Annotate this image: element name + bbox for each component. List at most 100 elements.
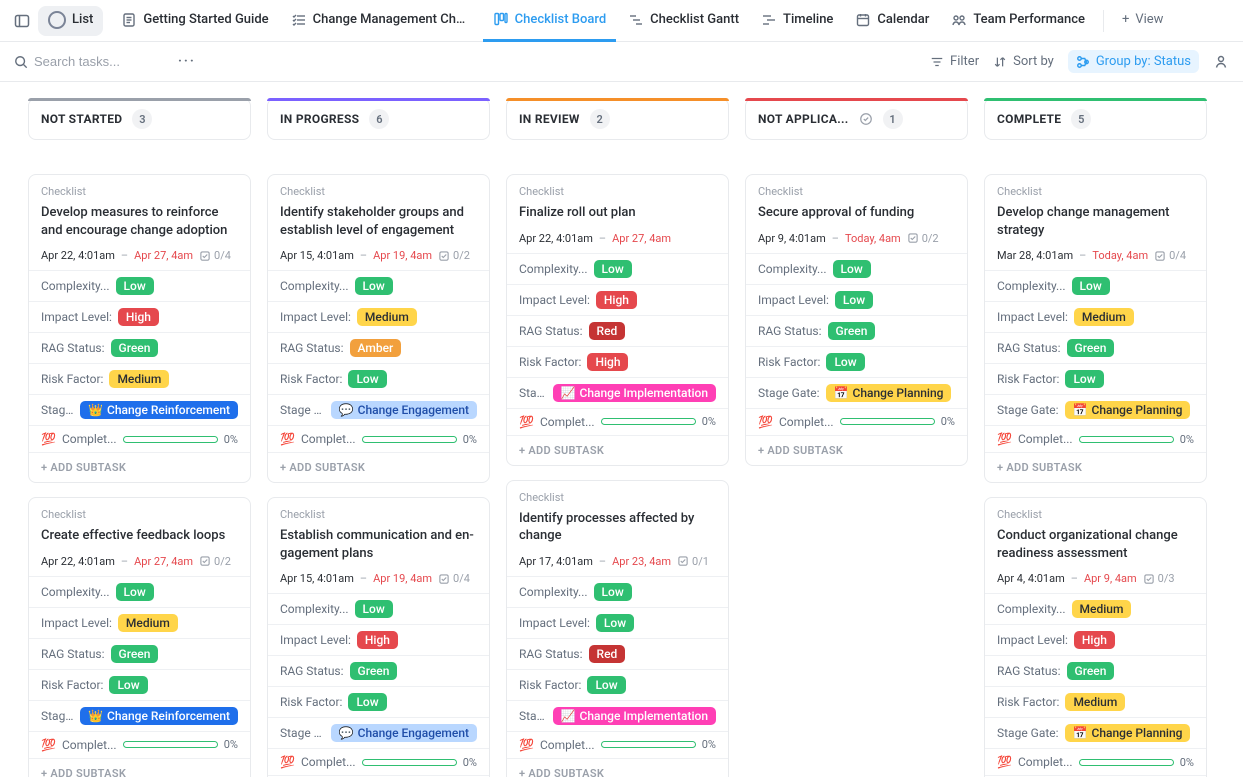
add-subtask-button[interactable]: + ADD SUBTASK xyxy=(507,758,728,777)
pill-label: Low xyxy=(604,616,626,630)
tab-checklist-gantt[interactable]: Checklist Gantt xyxy=(618,0,749,42)
add-subtask-button[interactable]: + ADD SUBTASK xyxy=(507,435,728,465)
more-menu[interactable]: ··· xyxy=(178,54,196,69)
add-subtask-button[interactable]: + ADD SUBTASK xyxy=(268,452,489,482)
progress-bar xyxy=(1079,436,1174,443)
column-header[interactable]: IN PROGRESS6 xyxy=(267,98,490,140)
field-impact: Impact Level:Medium xyxy=(29,607,250,638)
card-top: ChecklistFinalize roll out planApr 22, 4… xyxy=(507,175,728,253)
add-subtask-button[interactable]: + ADD SUBTASK xyxy=(985,452,1206,482)
field-completion: 💯Complet...0% xyxy=(29,425,250,452)
pill-high: High xyxy=(357,631,398,649)
hundred-icon: 💯 xyxy=(519,738,534,752)
card[interactable]: ChecklistFinalize roll out planApr 22, 4… xyxy=(506,174,729,466)
pill-label: Low xyxy=(356,372,378,386)
sort-button[interactable]: Sort by xyxy=(993,54,1054,69)
subtask-count: 0/2 xyxy=(907,232,939,245)
card-category: Checklist xyxy=(280,508,477,521)
tab-timeline[interactable]: Timeline xyxy=(751,0,843,42)
pill-change-reinforcement: 👑Change Reinforcement xyxy=(80,707,238,725)
pill-label: Green xyxy=(1075,664,1107,678)
sort-label: Sort by xyxy=(1013,54,1054,69)
progress-value: 0% xyxy=(702,415,716,428)
card[interactable]: ChecklistIdentify processes affected by … xyxy=(506,480,729,777)
add-view-button[interactable]: + View xyxy=(1112,0,1174,42)
field-label: Stage Gate: xyxy=(758,386,820,400)
me-mode-button[interactable] xyxy=(1213,54,1229,70)
tab-getting-started-guide[interactable]: Getting Started Guide xyxy=(111,0,278,42)
end-date: Apr 27, 4am xyxy=(134,555,193,568)
field-label: Impact Level: xyxy=(280,633,351,647)
filter-button[interactable]: Filter xyxy=(930,54,979,69)
card[interactable]: ChecklistCreate effective feedback loops… xyxy=(28,497,251,777)
card[interactable]: ChecklistIdentify stakeholder groups and… xyxy=(267,174,490,483)
date-dash: – xyxy=(360,249,367,262)
progress-bar xyxy=(362,436,457,443)
card-dates: Apr 15, 4:01am–Apr 19, 4am0/4 xyxy=(280,572,477,585)
hundred-icon: 💯 xyxy=(758,415,773,429)
column-header[interactable]: IN REVIEW2 xyxy=(506,98,729,140)
tab-team-performance[interactable]: Team Performance xyxy=(941,0,1095,42)
progress-bar xyxy=(1079,759,1174,766)
add-subtask-button[interactable]: + ADD SUBTASK xyxy=(29,452,250,482)
pill-low: Low xyxy=(348,693,386,711)
sidebar-toggle[interactable] xyxy=(8,7,36,35)
card[interactable]: ChecklistEstablish communication and en­… xyxy=(267,497,490,777)
tab-label: Timeline xyxy=(783,12,833,27)
pill-low: Low xyxy=(116,277,154,295)
column-not-started: NOT STARTED3 ChecklistDevelop measures to… xyxy=(28,98,251,777)
stage-emoji: 👑 xyxy=(88,403,103,417)
field-completion: 💯Complet...0% xyxy=(507,731,728,758)
pill-low: Low xyxy=(1072,277,1110,295)
stage-emoji: 💬 xyxy=(339,726,354,740)
completion-label: Complet... xyxy=(62,738,117,752)
field-label: Impact Level: xyxy=(997,310,1068,324)
card-dates: Mar 28, 4:01am–Today, 4am0/4 xyxy=(997,249,1194,262)
card-top: ChecklistConduct organizational change r… xyxy=(985,498,1206,593)
pill-medium: Medium xyxy=(1074,308,1134,326)
card-category: Checklist xyxy=(41,508,238,521)
search-input[interactable] xyxy=(34,54,164,69)
add-subtask-button[interactable]: + ADD SUBTASK xyxy=(746,435,967,465)
card[interactable]: ChecklistConduct organizational change r… xyxy=(984,497,1207,777)
date-dash: – xyxy=(121,555,128,568)
column-header[interactable]: NOT STARTED3 xyxy=(28,98,251,140)
field-label: Risk Factor: xyxy=(280,695,342,709)
card[interactable]: ChecklistDevelop measures to reinforce a… xyxy=(28,174,251,483)
field-label: RAG Status: xyxy=(41,647,105,661)
column-header[interactable]: COMPLETE5 xyxy=(984,98,1207,140)
group-by-button[interactable]: Group by: Status xyxy=(1068,50,1199,73)
field-label: Complexity... xyxy=(519,585,588,599)
field-rag: RAG Status:Red xyxy=(507,638,728,669)
card-category: Checklist xyxy=(519,185,716,198)
pill-low: Low xyxy=(833,260,871,278)
card[interactable]: ChecklistSecure approval of fundingApr 9… xyxy=(745,174,968,466)
field-completion: 💯Complet...0% xyxy=(985,425,1206,452)
end-date: Today, 4am xyxy=(845,232,901,245)
column-not-applica: NOT APPLICA...1 ChecklistSecure approval … xyxy=(745,98,968,777)
add-subtask-button[interactable]: + ADD SUBTASK xyxy=(29,758,250,777)
pill-low: Low xyxy=(355,600,393,618)
pill-label: Low xyxy=(117,678,139,692)
tab-checklist-board[interactable]: Checklist Board xyxy=(483,0,617,42)
board-icon xyxy=(493,11,509,27)
start-date: Apr 22, 4:01am xyxy=(41,249,115,262)
pill-red: Red xyxy=(589,322,626,340)
hundred-icon: 💯 xyxy=(519,415,534,429)
tab-change-management-checkl[interactable]: Change Management Checkl... xyxy=(281,0,481,42)
progress-value: 0% xyxy=(224,738,238,751)
card[interactable]: ChecklistDevelop change management strat… xyxy=(984,174,1207,483)
column-header[interactable]: NOT APPLICA...1 xyxy=(745,98,968,140)
field-completion: 💯Complet...0% xyxy=(268,425,489,452)
tab-calendar[interactable]: Calendar xyxy=(845,0,939,42)
card-title: Identify processes affected by change xyxy=(519,510,716,545)
field-label: RAG Status: xyxy=(519,324,583,338)
doc-icon xyxy=(121,12,137,28)
column-count: 5 xyxy=(1071,109,1091,129)
field-completion: 💯Complet...0% xyxy=(507,408,728,435)
end-date: Apr 27, 4am xyxy=(612,232,671,245)
field-impact: Impact Level: Medium xyxy=(985,301,1206,332)
pill-medium: Medium xyxy=(1072,600,1132,618)
tab-list[interactable]: List xyxy=(38,6,103,36)
pill-label: Medium xyxy=(1073,695,1117,709)
